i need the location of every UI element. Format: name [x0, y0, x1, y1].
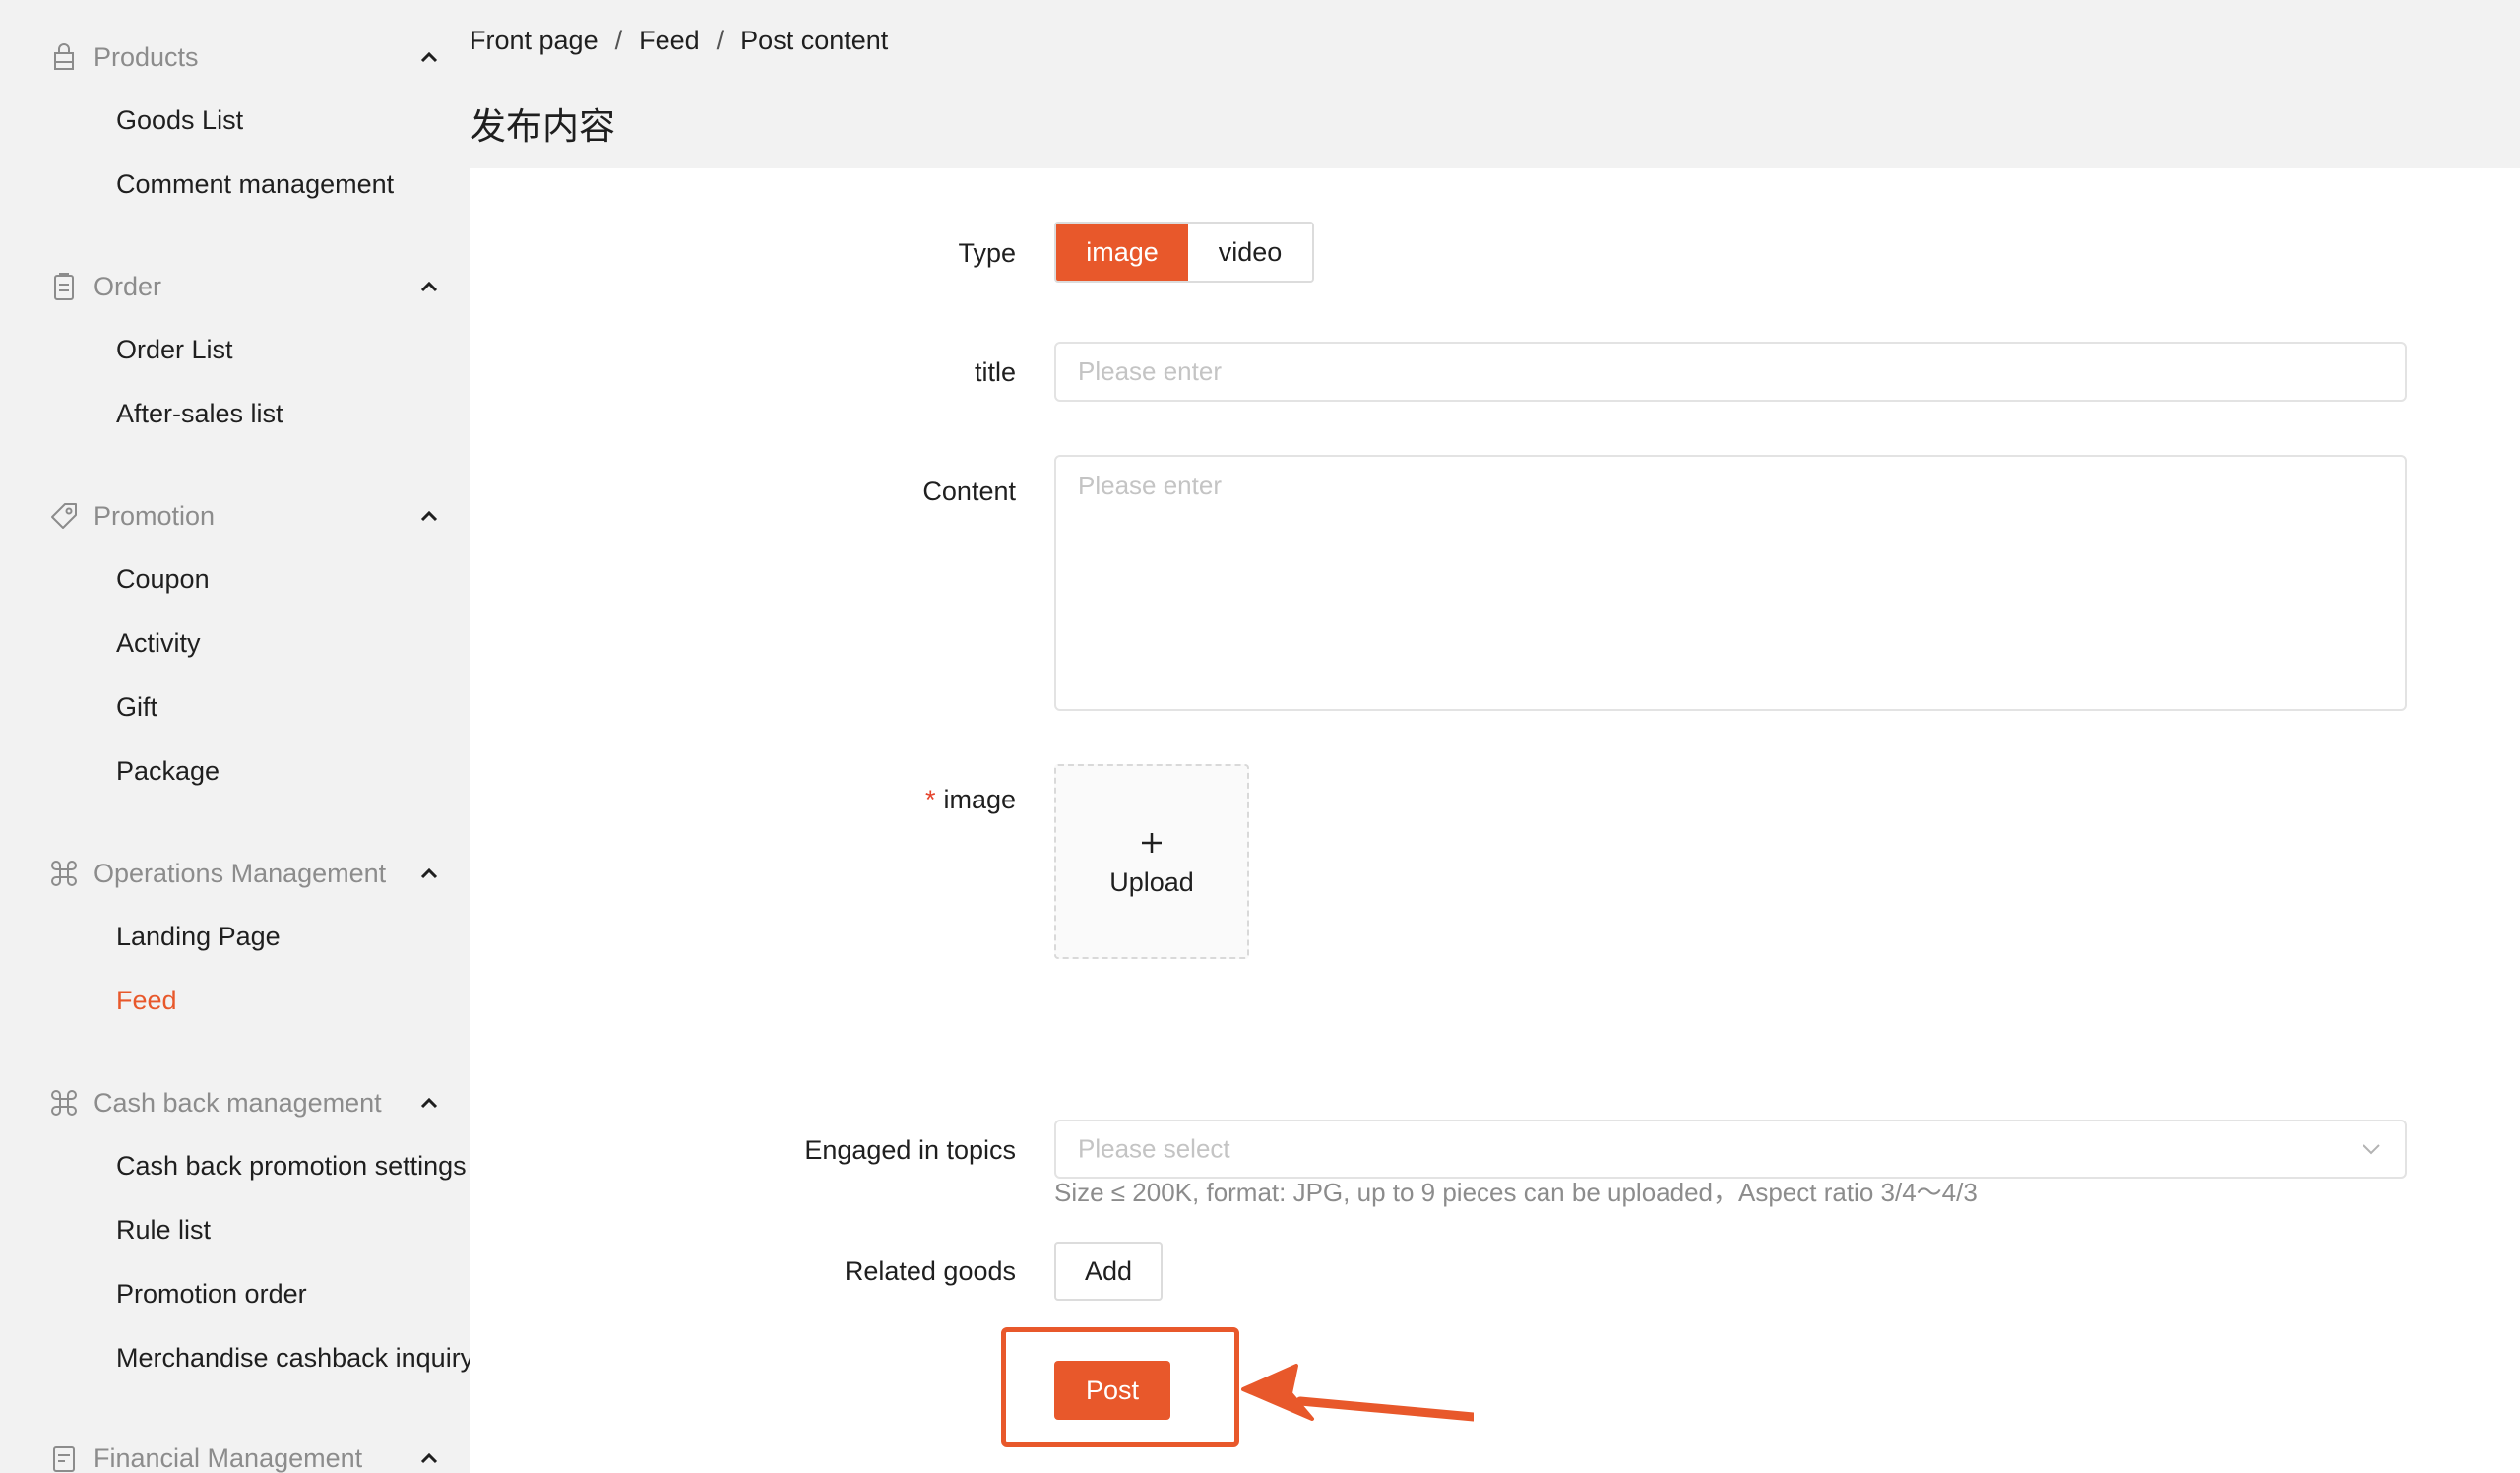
- sidebar-group-promotion[interactable]: Promotion: [0, 486, 470, 545]
- image-uploader[interactable]: Upload: [1054, 764, 1249, 959]
- post-button[interactable]: Post: [1054, 1361, 1170, 1420]
- related-goods-label: Related goods: [844, 1256, 1016, 1286]
- sidebar-item-coupon[interactable]: Coupon: [0, 551, 470, 607]
- content-textarea[interactable]: [1054, 455, 2407, 711]
- sidebar-group-cash-back-management[interactable]: Cash back management: [0, 1073, 470, 1132]
- breadcrumb: Front page / Feed / Post content: [470, 26, 888, 56]
- breadcrumb-feed[interactable]: Feed: [639, 26, 700, 56]
- image-label: * image: [924, 785, 1016, 814]
- chevron-up-icon: [420, 867, 438, 879]
- sidebar-group-label: Cash back management: [94, 1087, 382, 1118]
- type-label: Type: [958, 238, 1016, 268]
- sidebar-group-products[interactable]: Products: [0, 28, 470, 87]
- title-input[interactable]: [1054, 342, 2407, 402]
- sidebar-group-label: Products: [94, 41, 199, 72]
- chevron-up-icon: [420, 510, 438, 522]
- breadcrumb-separator: /: [614, 26, 623, 55]
- type-toggle: image video: [1054, 222, 1314, 283]
- sidebar-group-label: Order: [94, 271, 162, 301]
- command-icon: [51, 1090, 77, 1116]
- chevron-up-icon: [420, 1097, 438, 1109]
- bag-icon: [54, 43, 74, 70]
- sidebar-item-gift[interactable]: Gift: [0, 679, 470, 735]
- sidebar-group-label: Operations Management: [94, 858, 387, 888]
- sidebar-item-feed[interactable]: Feed: [0, 973, 470, 1028]
- chevron-up-icon: [420, 51, 438, 63]
- breadcrumb-separator: /: [716, 26, 724, 55]
- sidebar-item-goods-list[interactable]: Goods List: [0, 93, 470, 148]
- type-option-video[interactable]: video: [1188, 224, 1312, 281]
- sidebar-item-cash-back-promotion-settings[interactable]: Cash back promotion settings: [0, 1138, 470, 1193]
- sidebar-item-comment-management[interactable]: Comment management: [0, 157, 470, 212]
- sidebar-group-operations-management[interactable]: Operations Management: [0, 844, 470, 903]
- breadcrumb-front-page[interactable]: Front page: [470, 26, 598, 56]
- chevron-up-icon: [420, 281, 438, 292]
- clipboard-icon: [54, 273, 74, 300]
- breadcrumb-current: Post content: [740, 26, 889, 55]
- form-card: Type image video title Content *image Up…: [470, 168, 2520, 1473]
- sidebar-group-label: Financial Management: [94, 1442, 363, 1473]
- topics-placeholder: Please select: [1078, 1133, 1230, 1164]
- upload-label: Upload: [1109, 867, 1194, 897]
- sidebar-item-after-sales-list[interactable]: After-sales list: [0, 386, 470, 441]
- sidebar-item-activity[interactable]: Activity: [0, 615, 470, 671]
- sidebar-group-label: Promotion: [94, 500, 216, 531]
- sidebar-item-rule-list[interactable]: Rule list: [0, 1202, 470, 1257]
- finance-doc-icon: [53, 1446, 75, 1472]
- content-label: Content: [922, 477, 1016, 506]
- sidebar-item-promotion-order[interactable]: Promotion order: [0, 1266, 470, 1321]
- sidebar-item-landing-page[interactable]: Landing Page: [0, 909, 470, 964]
- topics-select[interactable]: Please select: [1054, 1120, 2407, 1179]
- page-title: 发布内容: [470, 106, 615, 147]
- plus-icon: [1142, 833, 1162, 853]
- required-mark: *: [924, 785, 936, 814]
- chevron-down-icon: [2362, 1144, 2380, 1155]
- sidebar-item-merchandise-cashback-inquiry[interactable]: Merchandise cashback inquiry: [0, 1330, 470, 1385]
- sidebar-item-package[interactable]: Package: [0, 743, 470, 799]
- sidebar-group-financial-management[interactable]: Financial Management: [0, 1429, 470, 1473]
- title-label: title: [974, 357, 1016, 387]
- chevron-up-icon: [420, 1452, 438, 1464]
- sidebar-group-order[interactable]: Order: [0, 257, 470, 316]
- sidebar-item-order-list[interactable]: Order List: [0, 322, 470, 377]
- command-icon: [51, 861, 77, 886]
- add-goods-button[interactable]: Add: [1054, 1242, 1163, 1301]
- tag-icon: [51, 503, 77, 529]
- type-option-image[interactable]: image: [1056, 224, 1188, 281]
- annotation-arrow-icon: [1241, 1364, 1474, 1422]
- topics-label: Engaged in topics: [804, 1135, 1016, 1165]
- sidebar: Products Goods List Comment management O…: [0, 0, 470, 1473]
